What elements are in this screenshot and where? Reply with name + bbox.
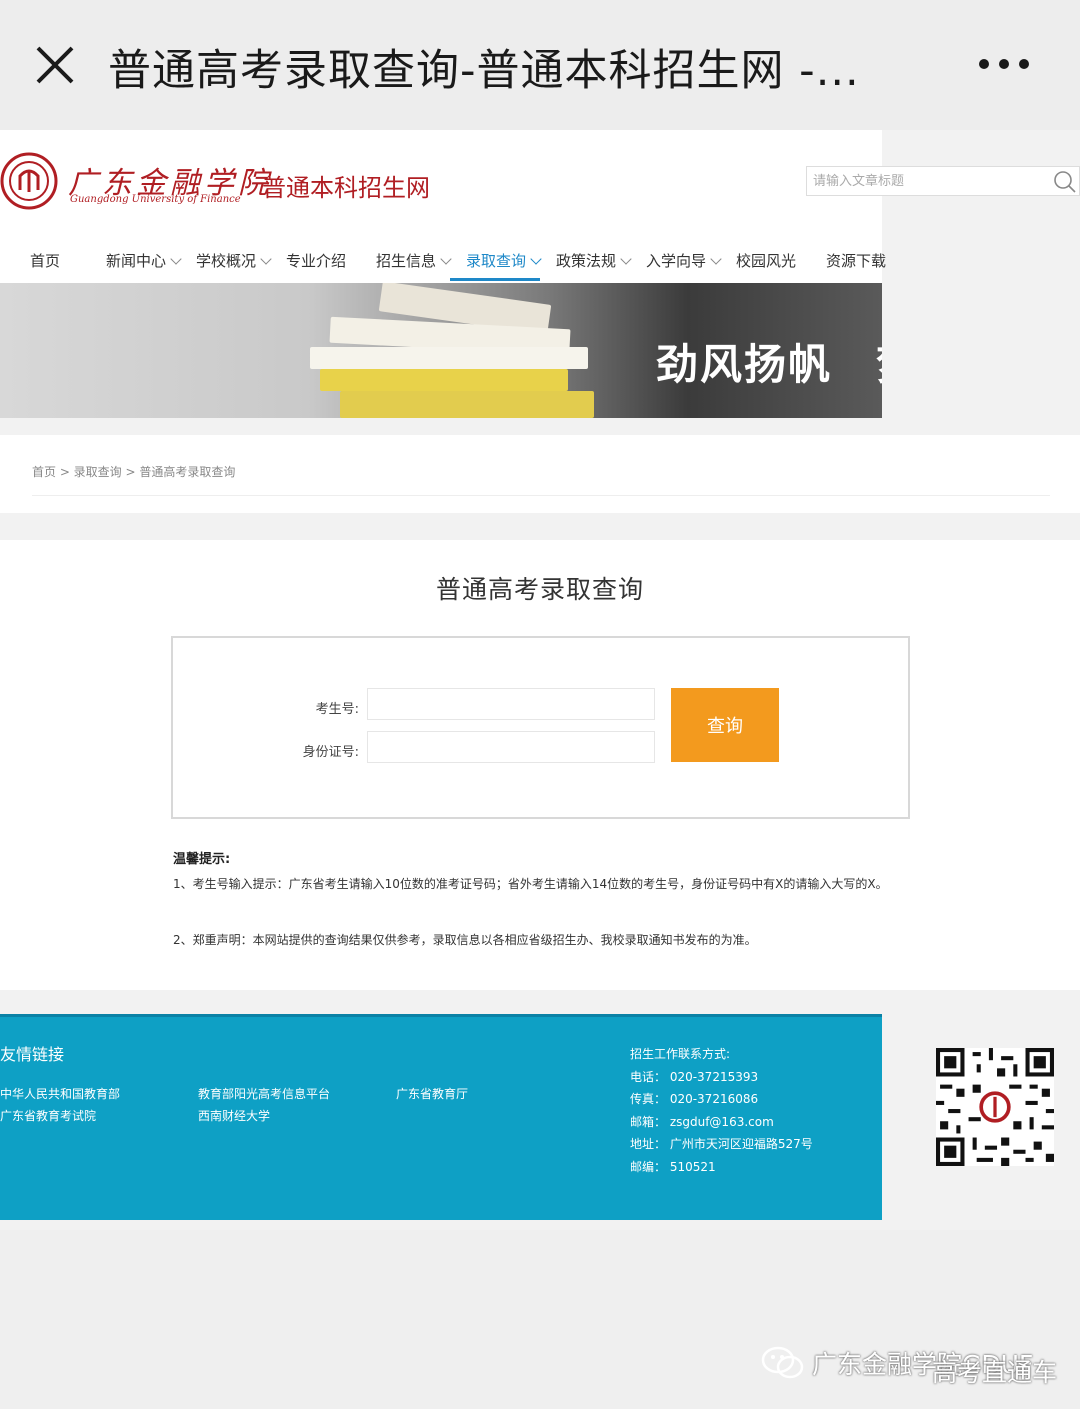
- nav-item-about[interactable]: 学校概况: [196, 250, 272, 271]
- banner-book-graphic: [310, 347, 588, 369]
- section-title: 普通高考录取查询: [435, 575, 644, 604]
- contact-postcode: 邮编： 510521: [630, 1160, 716, 1174]
- nav-label: 学校概况: [196, 252, 257, 270]
- banner-book-graphic: [320, 369, 568, 391]
- main-nav: 首页 新闻中心 学校概况 专业介绍 招生信息 录取查询 政策法规 入学向导 校园…: [0, 240, 886, 285]
- page-title: 普通高考录取查询-普通本科招生网 -...: [108, 46, 860, 96]
- site-footer: 友情链接 中华人民共和国教育部 广东省教育考试院 教育部阳光高考信息平台 西南财…: [0, 1014, 882, 1220]
- nav-item-home[interactable]: 首页: [30, 250, 60, 271]
- nav-label: 校园风光: [736, 252, 797, 270]
- chevron-down-icon: [260, 253, 272, 265]
- nav-label: 专业介绍: [286, 252, 347, 270]
- search-box: [806, 166, 1080, 196]
- exam-number-label: 考生号:: [315, 702, 359, 717]
- friend-link[interactable]: 西南财经大学: [198, 1107, 270, 1124]
- friend-link[interactable]: 教育部阳光高考信息平台: [198, 1085, 330, 1102]
- chevron-down-icon: [710, 253, 722, 265]
- contact-email: 邮箱： zsgduf@163.com: [630, 1115, 774, 1129]
- chevron-down-icon: [440, 253, 452, 265]
- site-name[interactable]: 普通本科招生网: [262, 168, 430, 203]
- contact-address: 地址： 广州市天河区迎福路527号: [630, 1137, 813, 1151]
- university-seal-icon[interactable]: [0, 152, 58, 210]
- wechat-icon: [761, 1346, 804, 1379]
- friend-link[interactable]: 广东省教育考试院: [0, 1107, 96, 1124]
- qr-code-icon: [936, 1048, 1054, 1166]
- contact-title: 招生工作联系方式:: [630, 1047, 731, 1061]
- nav-item-majors[interactable]: 专业介绍: [286, 250, 346, 271]
- nav-item-admission-info[interactable]: 招生信息: [376, 250, 452, 271]
- chevron-down-icon: [170, 253, 182, 265]
- watermark-text-secondary: 高考直通车: [932, 1358, 1058, 1387]
- wechat-top-bar: 普通高考录取查询-普通本科招生网 -...: [0, 0, 1080, 130]
- nav-item-admission-query[interactable]: 录取查询: [466, 250, 542, 271]
- tip-1: 1、考生号输入提示：广东省考生请输入10位数的准考证号码；省外考生请输入14位数…: [173, 877, 888, 891]
- id-number-label: 身份证号:: [302, 745, 359, 760]
- chevron-down-icon: [530, 253, 542, 265]
- nav-item-policy[interactable]: 政策法规: [556, 250, 632, 271]
- site-header: 广东金融学院 Guangdong University of Finance 普…: [0, 130, 886, 285]
- nav-label: 招生信息: [376, 252, 437, 270]
- search-icon[interactable]: [1053, 170, 1077, 194]
- nav-item-news[interactable]: 新闻中心: [106, 250, 182, 271]
- contact-fax: 传真： 020-37216086: [630, 1092, 759, 1106]
- hero-banner: 劲风扬帆 梦: [0, 283, 882, 418]
- search-input[interactable]: [807, 167, 1043, 195]
- nav-label: 首页: [30, 252, 61, 270]
- nav-label: 录取查询: [466, 252, 527, 270]
- friend-link[interactable]: 广东省教育厅: [396, 1085, 468, 1102]
- breadcrumb-bar: 首页 > 录取查询 > 普通高考录取查询: [0, 435, 1080, 513]
- nav-item-downloads[interactable]: 资源下载: [826, 250, 886, 271]
- active-tab-indicator: [450, 278, 540, 281]
- nav-item-campus[interactable]: 校园风光: [736, 250, 796, 271]
- contact-phone: 电话： 020-37215393: [630, 1070, 759, 1084]
- tips-title: 温馨提示:: [173, 852, 231, 867]
- query-button[interactable]: 查询: [671, 688, 779, 762]
- friend-link[interactable]: 中华人民共和国教育部: [0, 1085, 120, 1102]
- nav-label: 新闻中心: [106, 252, 167, 270]
- more-icon[interactable]: [976, 56, 1032, 72]
- exam-number-input[interactable]: [367, 688, 655, 720]
- chevron-down-icon: [620, 253, 632, 265]
- banner-slogan: 劲风扬帆 梦: [656, 340, 882, 389]
- id-number-input[interactable]: [367, 731, 655, 763]
- query-form: 考生号: 身份证号: 查询: [171, 636, 910, 819]
- query-section: 普通高考录取查询 考生号: 身份证号: 查询 温馨提示: 1、考生号输入提示：广…: [0, 540, 1080, 990]
- breadcrumb[interactable]: 首页 > 录取查询 > 普通高考录取查询: [32, 463, 235, 480]
- nav-label: 入学向导: [646, 252, 707, 270]
- divider: [32, 495, 1050, 496]
- logo-english-name: Guangdong University of Finance: [70, 194, 241, 205]
- tip-2: 2、郑重声明：本网站提供的查询结果仅供参考，录取信息以各相应省级招生办、我校录取…: [173, 933, 757, 947]
- close-icon[interactable]: [30, 40, 80, 90]
- banner-book-graphic: [340, 391, 594, 418]
- nav-label: 政策法规: [556, 252, 617, 270]
- friend-links-heading: 友情链接: [0, 1045, 65, 1064]
- web-page: 广东金融学院 Guangdong University of Finance 普…: [0, 130, 1080, 1230]
- nav-item-guide[interactable]: 入学向导: [646, 250, 722, 271]
- nav-label: 资源下载: [826, 252, 887, 270]
